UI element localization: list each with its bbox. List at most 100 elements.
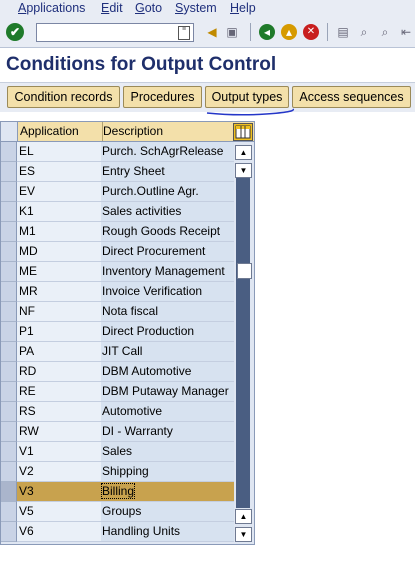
command-field[interactable]: ≡ xyxy=(36,23,194,42)
table-row[interactable]: V6 Handling Units xyxy=(1,522,234,542)
cell-description[interactable]: Automotive xyxy=(101,402,234,422)
row-selector[interactable] xyxy=(1,502,17,522)
table-row[interactable]: NF Nota fiscal xyxy=(1,302,234,322)
cell-description[interactable]: Shipping xyxy=(101,462,234,482)
cell-application[interactable]: ES xyxy=(17,162,102,182)
row-selector[interactable] xyxy=(1,442,17,462)
table-settings-icon[interactable] xyxy=(233,123,253,141)
cell-application[interactable]: RS xyxy=(17,402,102,422)
row-selector[interactable] xyxy=(1,482,17,502)
scroll-up-icon[interactable]: ▲ xyxy=(235,145,252,160)
table-row[interactable]: RS Automotive xyxy=(1,402,234,422)
cell-description[interactable]: Groups xyxy=(101,502,234,522)
cell-application[interactable]: V6 xyxy=(17,522,102,542)
row-selector[interactable] xyxy=(1,142,17,162)
table-row[interactable]: ES Entry Sheet xyxy=(1,162,234,182)
exit-icon[interactable]: ▴ xyxy=(281,24,297,40)
print-icon[interactable]: ▤ xyxy=(335,24,351,40)
scroll-thumb[interactable] xyxy=(237,263,252,279)
cell-application[interactable]: MR xyxy=(17,282,102,302)
cell-application[interactable]: ME xyxy=(17,262,102,282)
row-selector[interactable] xyxy=(1,302,17,322)
cell-application[interactable]: V1 xyxy=(17,442,102,462)
table-row[interactable]: V1 Sales xyxy=(1,442,234,462)
cell-description[interactable]: DBM Putaway Manager xyxy=(101,382,234,402)
cell-application[interactable]: V2 xyxy=(17,462,102,482)
row-selector[interactable] xyxy=(1,182,17,202)
cell-description[interactable]: Direct Production xyxy=(101,322,234,342)
table-row[interactable]: RD DBM Automotive xyxy=(1,362,234,382)
table-row[interactable]: V2 Shipping xyxy=(1,462,234,482)
cell-description[interactable]: DBM Automotive xyxy=(101,362,234,382)
cell-description[interactable]: Sales activities xyxy=(101,202,234,222)
row-selector[interactable] xyxy=(1,522,17,542)
scroll-down-icon[interactable]: ▼ xyxy=(235,527,252,542)
cell-application[interactable]: EV xyxy=(17,182,102,202)
cell-application[interactable]: M1 xyxy=(17,222,102,242)
cell-application[interactable]: P1 xyxy=(17,322,102,342)
table-row[interactable]: MD Direct Procurement xyxy=(1,242,234,262)
cancel-icon[interactable]: ✕ xyxy=(303,24,319,40)
cell-description[interactable]: Rough Goods Receipt xyxy=(101,222,234,242)
menu-goto[interactable]: Goto xyxy=(135,1,162,15)
cell-description[interactable]: Invoice Verification xyxy=(101,282,234,302)
cell-description[interactable]: Nota fiscal xyxy=(101,302,234,322)
find-next-icon[interactable]: ⌕ xyxy=(377,24,393,40)
condition-records-button[interactable]: Condition records xyxy=(7,86,120,108)
table-row[interactable]: PA JIT Call xyxy=(1,342,234,362)
table-row[interactable]: V5 Groups xyxy=(1,502,234,522)
cell-description[interactable]: Inventory Management xyxy=(101,262,234,282)
vertical-scrollbar[interactable]: ▲ ▼ ▲ ▼ xyxy=(234,142,253,543)
cell-application[interactable]: MD xyxy=(17,242,102,262)
command-history-icon[interactable]: ≡ xyxy=(178,26,190,40)
access-sequences-button[interactable]: Access sequences xyxy=(292,86,411,108)
menu-edit[interactable]: Edit xyxy=(101,1,123,15)
row-selector[interactable] xyxy=(1,222,17,242)
table-row[interactable]: RE DBM Putaway Manager xyxy=(1,382,234,402)
cell-application[interactable]: EL xyxy=(17,142,102,162)
row-selector[interactable] xyxy=(1,242,17,262)
triangle-left-icon[interactable]: ◀ xyxy=(204,24,220,40)
cell-application[interactable]: NF xyxy=(17,302,102,322)
cell-description[interactable]: DI - Warranty xyxy=(101,422,234,442)
row-selector[interactable] xyxy=(1,402,17,422)
cell-application[interactable]: V3 xyxy=(17,482,102,502)
row-selector[interactable] xyxy=(1,282,17,302)
column-header-description[interactable]: Description xyxy=(101,122,233,141)
cell-application[interactable]: RE xyxy=(17,382,102,402)
menu-help[interactable]: Help xyxy=(230,1,256,15)
select-all-cell[interactable] xyxy=(1,122,18,141)
procedures-button[interactable]: Procedures xyxy=(123,86,202,108)
cell-description[interactable]: Billing xyxy=(101,482,234,502)
table-row[interactable]: P1 Direct Production xyxy=(1,322,234,342)
column-header-application[interactable]: Application xyxy=(18,122,103,141)
table-row[interactable]: MR Invoice Verification xyxy=(1,282,234,302)
table-row[interactable]: EL Purch. SchAgrRelease xyxy=(1,142,234,162)
row-selector[interactable] xyxy=(1,462,17,482)
cell-description[interactable]: Direct Procurement xyxy=(101,242,234,262)
row-selector[interactable] xyxy=(1,382,17,402)
row-selector[interactable] xyxy=(1,202,17,222)
cell-description[interactable]: Purch.Outline Agr. xyxy=(101,182,234,202)
save-icon[interactable]: ▣ xyxy=(224,24,240,40)
cell-application[interactable]: PA xyxy=(17,342,102,362)
find-icon[interactable]: ⌕ xyxy=(356,24,372,40)
table-row[interactable]: RW DI - Warranty xyxy=(1,422,234,442)
row-selector[interactable] xyxy=(1,322,17,342)
cell-application[interactable]: V5 xyxy=(17,502,102,522)
enter-check-icon[interactable]: ✔ xyxy=(6,23,24,41)
table-row[interactable]: V3 Billing xyxy=(1,482,234,502)
cell-application[interactable]: RW xyxy=(17,422,102,442)
row-selector[interactable] xyxy=(1,362,17,382)
cell-description[interactable]: Sales xyxy=(101,442,234,462)
scroll-up-page-icon[interactable]: ▼ xyxy=(235,163,252,178)
output-types-button[interactable]: Output types xyxy=(205,86,289,108)
table-row[interactable]: M1 Rough Goods Receipt xyxy=(1,222,234,242)
back-icon[interactable]: ◂ xyxy=(259,24,275,40)
row-selector[interactable] xyxy=(1,422,17,442)
table-row[interactable]: K1 Sales activities xyxy=(1,202,234,222)
cell-description[interactable]: Handling Units xyxy=(101,522,234,542)
cell-application[interactable]: RD xyxy=(17,362,102,382)
cell-description[interactable]: Entry Sheet xyxy=(101,162,234,182)
scroll-track[interactable] xyxy=(236,178,252,508)
